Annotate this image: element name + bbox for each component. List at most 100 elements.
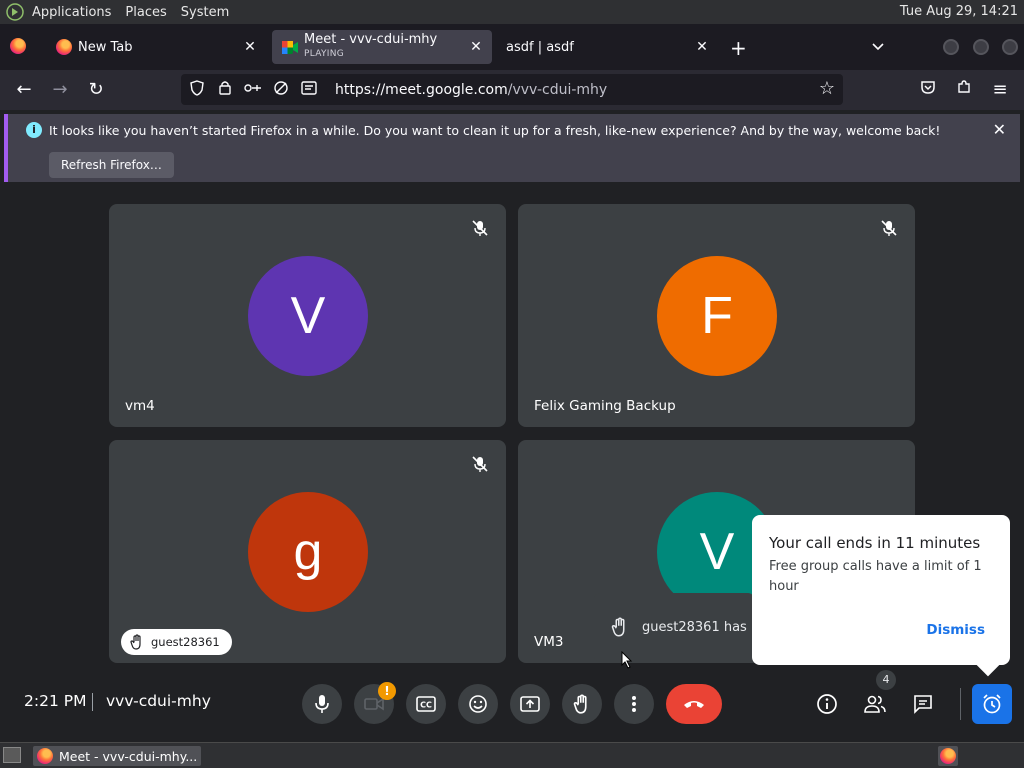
hamburger-menu-icon[interactable]: ≡ xyxy=(988,78,1012,102)
tab-title: New Tab xyxy=(78,39,133,55)
meeting-code: vvv-cdui-mhy xyxy=(106,692,211,710)
participant-name: Felix Gaming Backup xyxy=(534,398,676,414)
tab-asdf[interactable]: asdf | asdf ✕ xyxy=(498,30,718,64)
meeting-details-button[interactable] xyxy=(809,686,845,722)
firefox-icon xyxy=(10,38,26,54)
info-icon: i xyxy=(26,122,42,138)
list-all-tabs-chevron-down-icon[interactable] xyxy=(870,38,886,58)
present-screen-button[interactable] xyxy=(510,684,550,724)
firefox-view-button[interactable] xyxy=(10,38,26,54)
gnome-logo-icon[interactable] xyxy=(6,3,24,21)
taskbar-window-title: Meet - vvv-cdui-mhy... xyxy=(59,748,198,764)
hand-raised-toast[interactable]: guest28361 has r xyxy=(594,593,754,662)
toast-text: guest28361 has r xyxy=(642,620,754,635)
video-camera-icon xyxy=(364,697,384,711)
divider xyxy=(92,693,93,711)
firefox-icon xyxy=(37,748,53,764)
hand-icon xyxy=(573,694,587,714)
chat-button[interactable] xyxy=(905,686,941,722)
dismiss-button[interactable]: Dismiss xyxy=(926,622,985,638)
participant-tile-guest28361[interactable]: g guest28361 xyxy=(109,440,506,663)
bookmark-star-icon[interactable]: ☆ xyxy=(819,78,835,99)
chat-icon xyxy=(914,695,932,714)
raise-hand-button[interactable] xyxy=(562,684,602,724)
call-limit-popup: Your call ends in 11 minutes Free group … xyxy=(752,515,1010,677)
microphone-button[interactable] xyxy=(302,684,342,724)
back-arrow-icon[interactable]: ← xyxy=(12,78,36,102)
close-icon[interactable]: ✕ xyxy=(242,39,258,55)
tab-strip: New Tab ✕ Meet - vvv-cdui-mhy PLAYING ✕ … xyxy=(0,24,1024,70)
avatar: V xyxy=(248,256,368,376)
tab-playing-label: PLAYING xyxy=(304,49,345,59)
tray-firefox-icon[interactable] xyxy=(938,746,958,766)
panel-clock[interactable]: Tue Aug 29, 14:21 xyxy=(900,4,1018,19)
url-text[interactable]: https://meet.google.com/vvv-cdui-mhy xyxy=(335,82,607,98)
participant-name: VM3 xyxy=(534,634,564,650)
firefox-icon xyxy=(940,748,956,764)
leave-call-button[interactable] xyxy=(666,684,722,724)
firefox-icon xyxy=(56,39,72,55)
reactions-button[interactable] xyxy=(458,684,498,724)
hand-icon xyxy=(130,634,141,650)
raised-hand-chip: guest28361 xyxy=(121,629,232,655)
lock-icon[interactable] xyxy=(213,80,237,99)
mouse-cursor-icon xyxy=(621,651,633,669)
hang-up-phone-icon xyxy=(684,701,704,708)
mic-off-icon xyxy=(472,220,488,236)
svg-text:CC: CC xyxy=(420,701,432,710)
participant-name: vm4 xyxy=(125,398,155,414)
panel-menu-applications[interactable]: Applications xyxy=(32,5,111,20)
reload-icon[interactable]: ↻ xyxy=(84,78,108,102)
camera-blocked-icon[interactable] xyxy=(269,80,293,100)
panel-menu-places[interactable]: Places xyxy=(125,5,166,20)
url-bar[interactable]: https://meet.google.com/vvv-cdui-mhy ☆ xyxy=(181,74,843,105)
tab-title: asdf | asdf xyxy=(506,39,574,55)
avatar: F xyxy=(657,256,777,376)
taskbar: Meet - vvv-cdui-mhy... xyxy=(0,742,1024,768)
show-desktop-icon[interactable] xyxy=(3,747,21,763)
maximize-window-button[interactable] xyxy=(973,39,989,55)
present-screen-icon xyxy=(520,696,540,712)
new-tab-plus-icon[interactable]: + xyxy=(730,36,747,60)
meeting-clock: 2:21 PM xyxy=(24,692,87,710)
top-panel: Applications Places System Tue Aug 29, 1… xyxy=(0,0,1024,24)
close-icon[interactable]: ✕ xyxy=(993,120,1006,139)
avatar: g xyxy=(248,492,368,612)
close-window-button[interactable] xyxy=(1002,39,1018,55)
panel-menu-system[interactable]: System xyxy=(181,5,229,20)
taskbar-window-meet[interactable]: Meet - vvv-cdui-mhy... xyxy=(33,746,201,766)
people-icon xyxy=(864,695,886,713)
participant-tile-vm4[interactable]: V vm4 xyxy=(109,204,506,427)
divider xyxy=(960,688,961,720)
alarm-clock-icon xyxy=(983,694,1001,714)
pocket-icon[interactable] xyxy=(916,78,940,102)
tab-meet[interactable]: Meet - vvv-cdui-mhy PLAYING ✕ xyxy=(272,30,492,64)
camera-button[interactable]: ! xyxy=(354,682,396,724)
info-icon xyxy=(817,694,837,714)
extensions-puzzle-icon[interactable] xyxy=(952,78,976,102)
forward-arrow-icon[interactable]: → xyxy=(48,78,72,102)
refresh-firefox-notification: i It looks like you haven’t started Fire… xyxy=(4,114,1020,182)
call-timer-button[interactable] xyxy=(972,684,1012,724)
tab-new-tab[interactable]: New Tab ✕ xyxy=(44,30,266,64)
shield-icon[interactable] xyxy=(185,79,209,100)
meet-icon xyxy=(282,40,298,54)
more-options-button[interactable] xyxy=(614,684,654,724)
permissions-icon[interactable] xyxy=(241,81,265,99)
close-icon[interactable]: ✕ xyxy=(694,39,710,55)
minimize-window-button[interactable] xyxy=(943,39,959,55)
tab-title: Meet - vvv-cdui-mhy xyxy=(304,32,438,47)
microphone-icon xyxy=(315,695,329,713)
people-count-badge: 4 xyxy=(876,670,896,690)
captions-button[interactable]: CC xyxy=(406,684,446,724)
participant-tile-felix[interactable]: F Felix Gaming Backup xyxy=(518,204,915,427)
nav-bar: ← → ↻ https://meet.google.com/vvv-cdui-m… xyxy=(0,70,1024,110)
url-path: /vvv-cdui-mhy xyxy=(507,81,608,98)
more-vertical-icon xyxy=(632,696,636,712)
page-info-icon[interactable] xyxy=(297,80,321,99)
close-icon[interactable]: ✕ xyxy=(468,39,484,55)
participant-name: guest28361 xyxy=(151,635,220,649)
people-button[interactable] xyxy=(857,686,893,722)
refresh-firefox-button[interactable]: Refresh Firefox… xyxy=(49,152,174,178)
popup-body: Free group calls have a limit of 1 hour xyxy=(769,559,982,594)
